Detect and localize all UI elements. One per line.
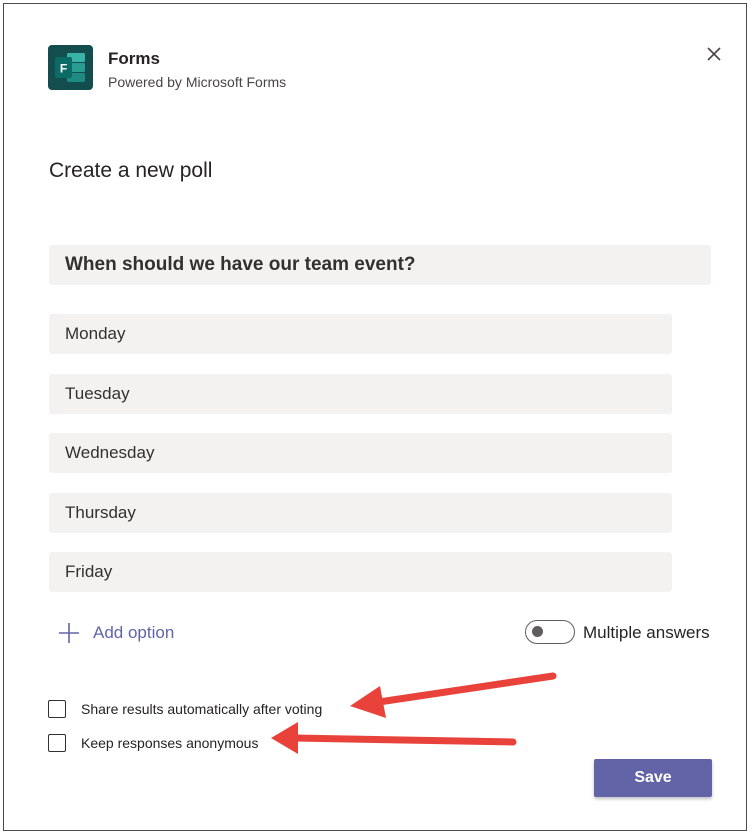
microsoft-forms-icon: F	[48, 45, 93, 90]
add-option-button[interactable]: Add option	[58, 621, 174, 645]
poll-option-field[interactable]: Wednesday	[49, 433, 672, 473]
add-option-label: Add option	[93, 623, 175, 642]
poll-option-field[interactable]: Tuesday	[49, 374, 672, 414]
app-subtitle: Powered by Microsoft Forms	[108, 74, 287, 90]
poll-question-field[interactable]: When should we have our team event?	[49, 245, 711, 285]
share-results-checkbox[interactable]	[48, 700, 66, 718]
toggle-knob	[532, 626, 543, 637]
save-button[interactable]: Save	[594, 759, 712, 797]
multiple-answers-label: Multiple answers	[583, 623, 710, 642]
multiple-answers-toggle[interactable]	[525, 620, 575, 644]
poll-option-field[interactable]: Monday	[49, 314, 672, 354]
anonymous-checkbox-row[interactable]: Keep responses anonymous	[48, 732, 258, 754]
share-results-label: Share results automatically after voting	[81, 701, 323, 717]
share-results-checkbox-row[interactable]: Share results automatically after voting	[48, 698, 322, 720]
plus-icon	[59, 623, 79, 643]
close-icon	[707, 47, 721, 61]
dialog-title: Create a new poll	[49, 159, 213, 182]
poll-option-field[interactable]: Thursday	[49, 493, 672, 533]
anonymous-label: Keep responses anonymous	[81, 735, 259, 751]
close-button[interactable]	[701, 41, 727, 67]
anonymous-checkbox[interactable]	[48, 734, 66, 752]
app-name: Forms	[108, 49, 160, 68]
dialog-frame: F Forms Powered by Microsoft Forms Creat…	[3, 3, 747, 831]
svg-text:F: F	[60, 62, 67, 76]
poll-option-field[interactable]: Friday	[49, 552, 672, 592]
